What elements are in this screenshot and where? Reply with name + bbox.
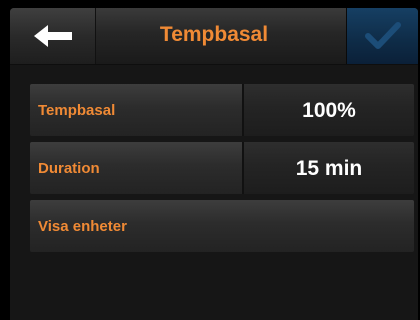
tempbasal-label: Tempbasal bbox=[38, 102, 116, 119]
show-units-label: Visa enheter bbox=[38, 218, 127, 235]
show-units-cell[interactable]: Visa enheter bbox=[30, 200, 414, 252]
confirm-button[interactable] bbox=[346, 8, 418, 64]
tempbasal-value-cell[interactable]: 100% bbox=[244, 84, 414, 136]
duration-row[interactable]: Duration 15 min bbox=[30, 142, 414, 194]
tempbasal-row[interactable]: Tempbasal 100% bbox=[30, 84, 414, 136]
tempbasal-label-cell: Tempbasal bbox=[30, 84, 244, 136]
page-title: Tempbasal bbox=[159, 23, 269, 46]
device-frame: Tempbasal Tempbasal 100% Duration 15 min bbox=[0, 0, 420, 320]
duration-label: Duration bbox=[38, 160, 100, 177]
back-button[interactable] bbox=[10, 8, 96, 64]
duration-label-cell: Duration bbox=[30, 142, 244, 194]
pump-screen: Tempbasal Tempbasal 100% Duration 15 min bbox=[10, 8, 418, 320]
duration-value-cell[interactable]: 15 min bbox=[244, 142, 414, 194]
show-units-row[interactable]: Visa enheter bbox=[30, 200, 414, 252]
header-bar: Tempbasal bbox=[10, 8, 418, 65]
checkmark-icon bbox=[365, 22, 401, 49]
duration-value: 15 min bbox=[295, 157, 363, 180]
left-arrow-icon bbox=[34, 25, 72, 47]
tempbasal-value: 100% bbox=[302, 99, 356, 122]
